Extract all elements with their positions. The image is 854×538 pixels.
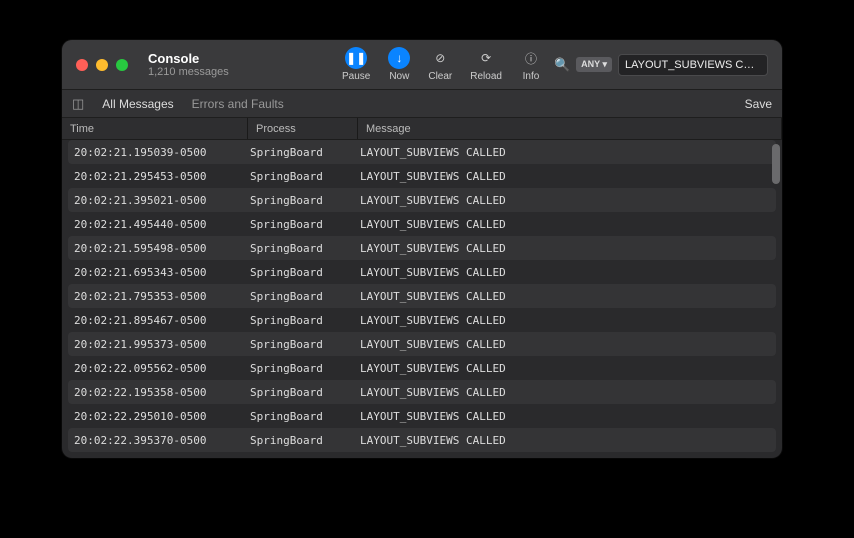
- log-row[interactable]: 20:02:21.895467-0500SpringBoardLAYOUT_SU…: [68, 308, 776, 332]
- save-button[interactable]: Save: [745, 97, 772, 111]
- cell-process: SpringBoard: [248, 338, 358, 351]
- reload-icon: ⟳: [475, 47, 497, 69]
- reload-label: Reload: [470, 71, 502, 82]
- minimize-button[interactable]: [96, 59, 108, 71]
- clear-icon: ⊘: [429, 47, 451, 69]
- arrow-down-icon: ↓: [388, 47, 410, 69]
- clear-button[interactable]: ⊘ Clear: [428, 47, 452, 82]
- header-message[interactable]: Message: [358, 118, 782, 139]
- search-icon: 🔍: [554, 57, 570, 73]
- log-row[interactable]: 20:02:21.295453-0500SpringBoardLAYOUT_SU…: [68, 164, 776, 188]
- cell-message: LAYOUT_SUBVIEWS CALLED: [358, 194, 776, 207]
- search-scope-badge[interactable]: ANY ▾: [576, 57, 612, 72]
- pause-label: Pause: [342, 71, 370, 82]
- sidebar-toggle-icon[interactable]: ◫: [72, 96, 84, 112]
- log-row[interactable]: 20:02:21.795353-0500SpringBoardLAYOUT_SU…: [68, 284, 776, 308]
- cell-process: SpringBoard: [248, 266, 358, 279]
- filter-bar: ◫ All Messages Errors and Faults Save: [62, 90, 782, 118]
- reload-button[interactable]: ⟳ Reload: [470, 47, 502, 82]
- message-count: 1,210 messages: [148, 66, 229, 78]
- cell-time: 20:02:21.295453-0500: [68, 170, 248, 183]
- log-row[interactable]: 20:02:22.095562-0500SpringBoardLAYOUT_SU…: [68, 356, 776, 380]
- titlebar: Console 1,210 messages ❚❚ Pause ↓ Now ⊘ …: [62, 40, 782, 90]
- cell-message: LAYOUT_SUBVIEWS CALLED: [358, 386, 776, 399]
- tab-errors-faults[interactable]: Errors and Faults: [192, 97, 284, 111]
- cell-message: LAYOUT_SUBVIEWS CALLED: [358, 434, 776, 447]
- log-rows: 20:02:21.195039-0500SpringBoardLAYOUT_SU…: [62, 140, 782, 458]
- cell-message: LAYOUT_SUBVIEWS CALLED: [358, 410, 776, 423]
- cell-process: SpringBoard: [248, 242, 358, 255]
- cell-time: 20:02:22.395370-0500: [68, 434, 248, 447]
- close-button[interactable]: [76, 59, 88, 71]
- log-row[interactable]: 20:02:22.395370-0500SpringBoardLAYOUT_SU…: [68, 428, 776, 452]
- info-button[interactable]: ⓘ Info: [520, 47, 542, 82]
- log-row[interactable]: 20:02:21.395021-0500SpringBoardLAYOUT_SU…: [68, 188, 776, 212]
- header-process[interactable]: Process: [248, 118, 358, 139]
- tab-all-messages[interactable]: All Messages: [102, 97, 173, 111]
- log-row[interactable]: 20:02:21.695343-0500SpringBoardLAYOUT_SU…: [68, 260, 776, 284]
- window-title: Console: [148, 51, 229, 66]
- cell-process: SpringBoard: [248, 290, 358, 303]
- column-headers: Time Process Message: [62, 118, 782, 140]
- log-row[interactable]: 20:02:21.995373-0500SpringBoardLAYOUT_SU…: [68, 332, 776, 356]
- cell-time: 20:02:21.595498-0500: [68, 242, 248, 255]
- cell-time: 20:02:21.795353-0500: [68, 290, 248, 303]
- cell-process: SpringBoard: [248, 218, 358, 231]
- log-row[interactable]: 20:02:21.595498-0500SpringBoardLAYOUT_SU…: [68, 236, 776, 260]
- cell-message: LAYOUT_SUBVIEWS CALLED: [358, 146, 776, 159]
- header-time[interactable]: Time: [62, 118, 248, 139]
- traffic-lights: [76, 59, 128, 71]
- cell-message: LAYOUT_SUBVIEWS CALLED: [358, 266, 776, 279]
- cell-process: SpringBoard: [248, 146, 358, 159]
- cell-process: SpringBoard: [248, 314, 358, 327]
- toolbar-actions: ❚❚ Pause ↓ Now ⊘ Clear ⟳ Reload ⓘ Info: [342, 47, 542, 82]
- zoom-button[interactable]: [116, 59, 128, 71]
- scrollbar-thumb[interactable]: [772, 144, 780, 184]
- cell-time: 20:02:21.395021-0500: [68, 194, 248, 207]
- cell-message: LAYOUT_SUBVIEWS CALLED: [358, 242, 776, 255]
- search-input[interactable]: [618, 54, 768, 76]
- cell-time: 20:02:21.995373-0500: [68, 338, 248, 351]
- info-label: Info: [523, 71, 540, 82]
- cell-time: 20:02:21.495440-0500: [68, 218, 248, 231]
- cell-process: SpringBoard: [248, 386, 358, 399]
- now-button[interactable]: ↓ Now: [388, 47, 410, 82]
- cell-message: LAYOUT_SUBVIEWS CALLED: [358, 314, 776, 327]
- now-label: Now: [389, 71, 409, 82]
- log-row[interactable]: 20:02:22.295010-0500SpringBoardLAYOUT_SU…: [68, 404, 776, 428]
- cell-process: SpringBoard: [248, 434, 358, 447]
- cell-time: 20:02:21.195039-0500: [68, 146, 248, 159]
- cell-message: LAYOUT_SUBVIEWS CALLED: [358, 290, 776, 303]
- log-row[interactable]: 20:02:21.195039-0500SpringBoardLAYOUT_SU…: [68, 140, 776, 164]
- cell-time: 20:02:21.695343-0500: [68, 266, 248, 279]
- cell-process: SpringBoard: [248, 362, 358, 375]
- clear-label: Clear: [428, 71, 452, 82]
- cell-message: LAYOUT_SUBVIEWS CALLED: [358, 362, 776, 375]
- info-icon: ⓘ: [520, 47, 542, 69]
- pause-button[interactable]: ❚❚ Pause: [342, 47, 370, 82]
- window-title-block: Console 1,210 messages: [148, 51, 229, 78]
- cell-time: 20:02:22.295010-0500: [68, 410, 248, 423]
- log-row[interactable]: 20:02:21.495440-0500SpringBoardLAYOUT_SU…: [68, 212, 776, 236]
- cell-time: 20:02:21.895467-0500: [68, 314, 248, 327]
- cell-process: SpringBoard: [248, 194, 358, 207]
- cell-process: SpringBoard: [248, 170, 358, 183]
- cell-time: 20:02:22.195358-0500: [68, 386, 248, 399]
- cell-process: SpringBoard: [248, 410, 358, 423]
- console-window: Console 1,210 messages ❚❚ Pause ↓ Now ⊘ …: [62, 40, 782, 458]
- cell-message: LAYOUT_SUBVIEWS CALLED: [358, 338, 776, 351]
- cell-message: LAYOUT_SUBVIEWS CALLED: [358, 170, 776, 183]
- cell-message: LAYOUT_SUBVIEWS CALLED: [358, 218, 776, 231]
- pause-icon: ❚❚: [345, 47, 367, 69]
- search-wrap: 🔍 ANY ▾: [554, 54, 768, 76]
- cell-time: 20:02:22.095562-0500: [68, 362, 248, 375]
- log-row[interactable]: 20:02:22.195358-0500SpringBoardLAYOUT_SU…: [68, 380, 776, 404]
